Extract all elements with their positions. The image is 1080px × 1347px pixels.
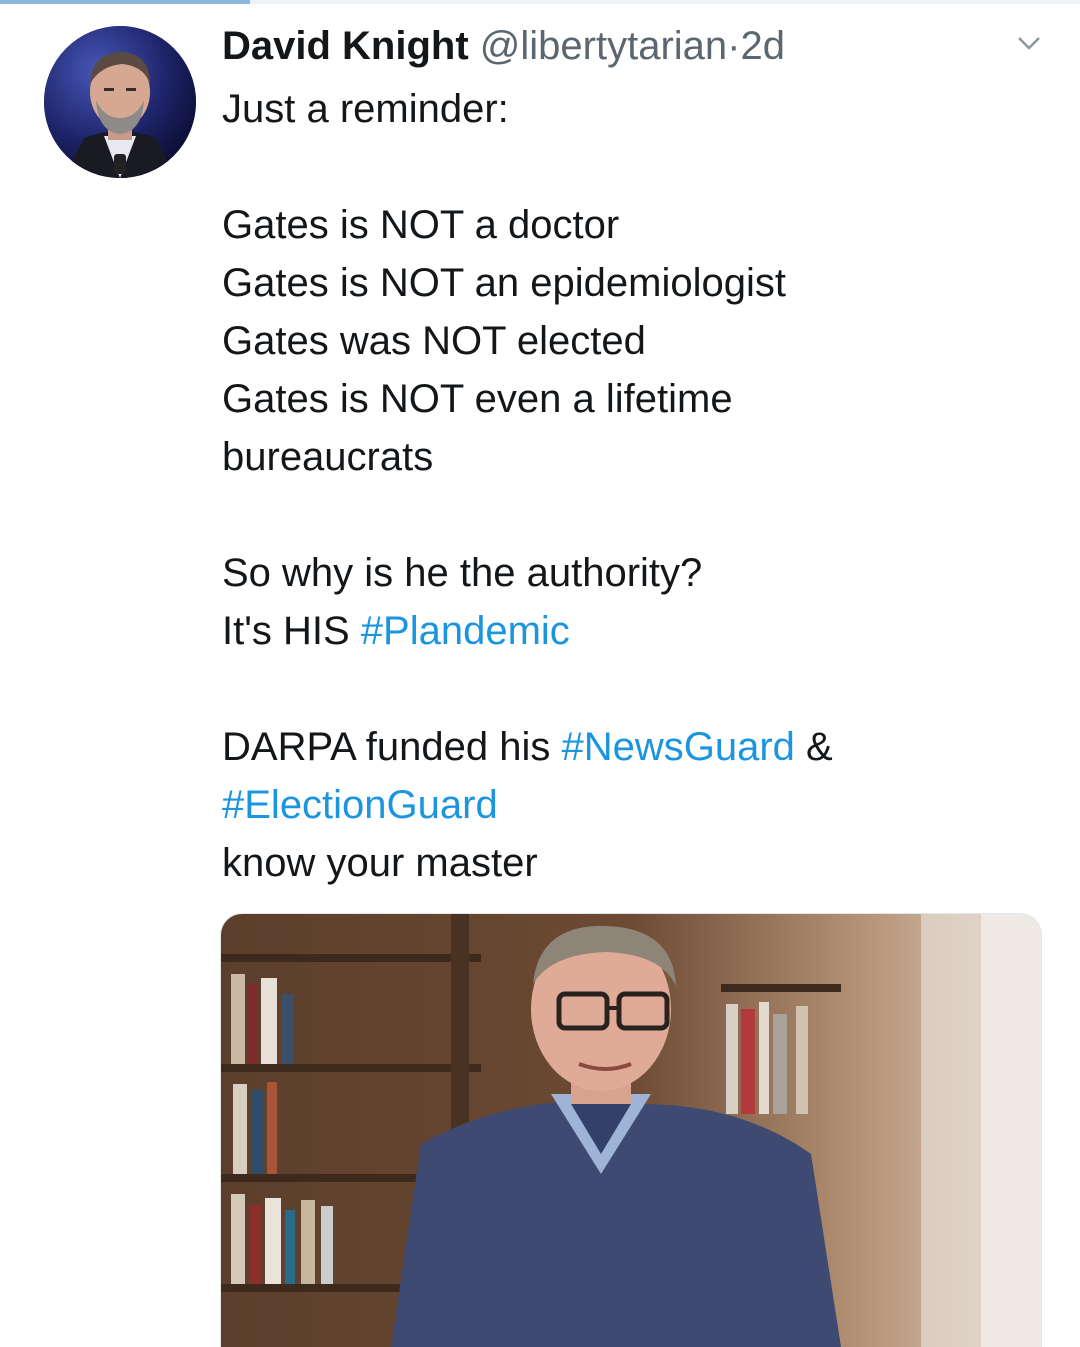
text-line: know your master [222,841,538,885]
text-line: It's HIS #Plandemic [222,602,1042,660]
attached-photo-icon [221,914,1041,1347]
text-line: So why is he the authority? [222,551,703,595]
hashtag-link-plandemic[interactable]: #Plandemic [361,609,570,653]
separator-dot: · [727,24,741,68]
avatar-photo-icon [44,26,196,178]
text-line: Gates is NOT even a lifetime [222,377,733,421]
author-avatar[interactable] [44,26,196,178]
text-line: bureaucrats [222,435,434,479]
text-line: Gates was NOT elected [222,319,646,363]
text-segment: It's HIS [222,609,361,653]
hashtag-link-newsguard[interactable]: #NewsGuard [561,725,794,769]
text-line: DARPA funded his #NewsGuard & [222,718,1042,776]
tweet-media-photo[interactable] [220,913,1042,1347]
text-segment: & [794,725,833,769]
author-handle[interactable]: @libertytarian [480,24,727,68]
top-accent-rule [0,0,250,4]
author-name[interactable]: David Knight [222,24,469,68]
text-line: #ElectionGuard [222,776,1042,834]
text-line: Gates is NOT an epidemiologist [222,261,786,305]
text-segment: DARPA funded his [222,725,562,769]
text-line: Just a reminder: [222,87,509,131]
hashtag-link-electionguard[interactable]: #ElectionGuard [222,783,498,827]
tweet-text: Just a reminder: Gates is NOT a doctor G… [222,80,1042,892]
top-divider [250,0,1080,4]
chevron-down-icon [1018,37,1040,50]
tweet-menu-button[interactable] [1014,28,1044,58]
tweet-header: David Knight @libertytarian·2d [222,22,1022,70]
tweet-timestamp[interactable]: 2d [741,24,786,68]
text-line: Gates is NOT a doctor [222,203,620,247]
